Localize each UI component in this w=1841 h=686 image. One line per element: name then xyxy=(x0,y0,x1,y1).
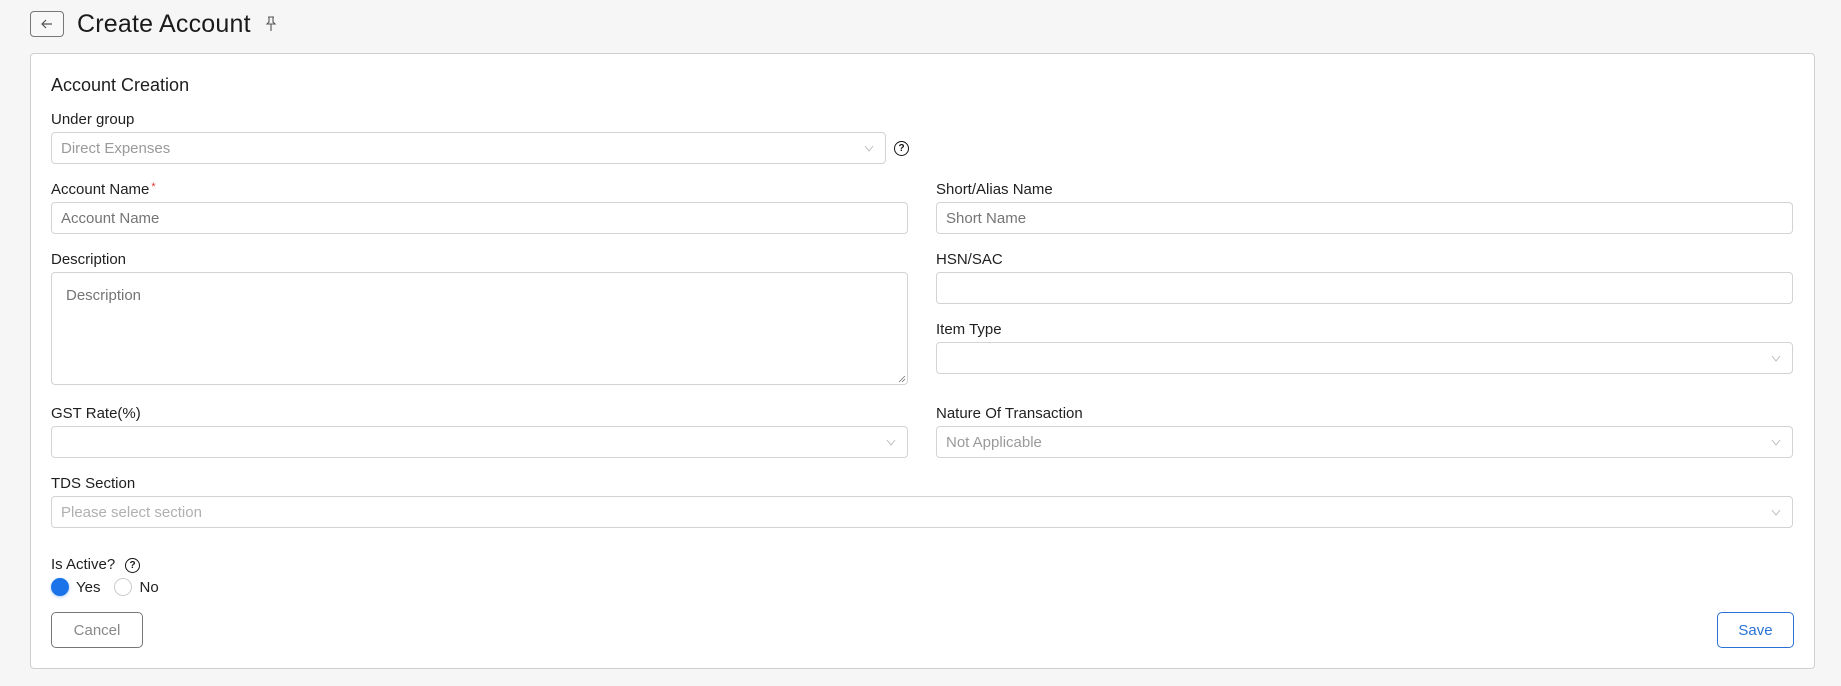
chevron-down-icon xyxy=(1771,355,1781,362)
is-active-help-icon[interactable]: ? xyxy=(125,558,140,573)
chevron-down-icon xyxy=(886,439,896,446)
gst-rate-label: GST Rate(%) xyxy=(51,405,141,422)
save-button[interactable]: Save xyxy=(1717,612,1794,648)
account-name-label-text: Account Name xyxy=(51,181,150,198)
under-group-value: Direct Expenses xyxy=(61,139,171,157)
pin-icon[interactable] xyxy=(265,16,277,32)
chevron-down-icon xyxy=(1771,509,1781,516)
gst-rate-select[interactable] xyxy=(51,426,908,458)
tds-section-select[interactable]: Please select section xyxy=(51,496,1793,528)
cancel-button[interactable]: Cancel xyxy=(51,612,143,648)
hsn-sac-input[interactable] xyxy=(936,272,1793,304)
nature-of-transaction-label: Nature Of Transaction xyxy=(936,405,1083,422)
short-name-input[interactable] xyxy=(936,202,1793,234)
resize-grip-icon[interactable] xyxy=(898,375,906,383)
tds-section-placeholder: Please select section xyxy=(61,503,202,521)
description-wrapper xyxy=(51,272,908,385)
under-group-select[interactable]: Direct Expenses xyxy=(51,132,886,164)
required-marker: * xyxy=(151,181,156,193)
page-title: Create Account xyxy=(77,9,251,38)
under-group-help-icon[interactable]: ? xyxy=(894,141,909,156)
nature-of-transaction-select[interactable]: Not Applicable xyxy=(936,426,1793,458)
is-active-radio-group: Yes No xyxy=(51,578,173,596)
back-button[interactable] xyxy=(30,11,64,37)
radio-no[interactable] xyxy=(114,578,133,596)
tds-section-label: TDS Section xyxy=(51,475,136,492)
account-creation-card: Account Creation Under group Direct Expe… xyxy=(30,53,1815,669)
description-textarea[interactable] xyxy=(51,272,908,385)
item-type-label: Item Type xyxy=(936,321,1002,338)
radio-yes[interactable] xyxy=(51,578,69,596)
description-label: Description xyxy=(51,251,127,268)
arrow-left-icon xyxy=(41,19,52,29)
page-header: Create Account xyxy=(30,10,277,38)
radio-yes-label[interactable]: Yes xyxy=(76,579,100,596)
nature-of-transaction-value: Not Applicable xyxy=(946,433,1042,451)
short-name-label: Short/Alias Name xyxy=(936,181,1053,198)
account-name-input[interactable] xyxy=(51,202,908,234)
chevron-down-icon xyxy=(864,145,874,152)
under-group-label: Under group xyxy=(51,111,135,128)
radio-no-label[interactable]: No xyxy=(139,579,158,596)
item-type-select[interactable] xyxy=(936,342,1793,374)
section-title: Account Creation xyxy=(51,75,190,95)
hsn-sac-label: HSN/SAC xyxy=(936,251,1003,268)
chevron-down-icon xyxy=(1771,439,1781,446)
account-name-label: Account Name * xyxy=(51,181,156,198)
is-active-label: Is Active? xyxy=(51,556,116,573)
